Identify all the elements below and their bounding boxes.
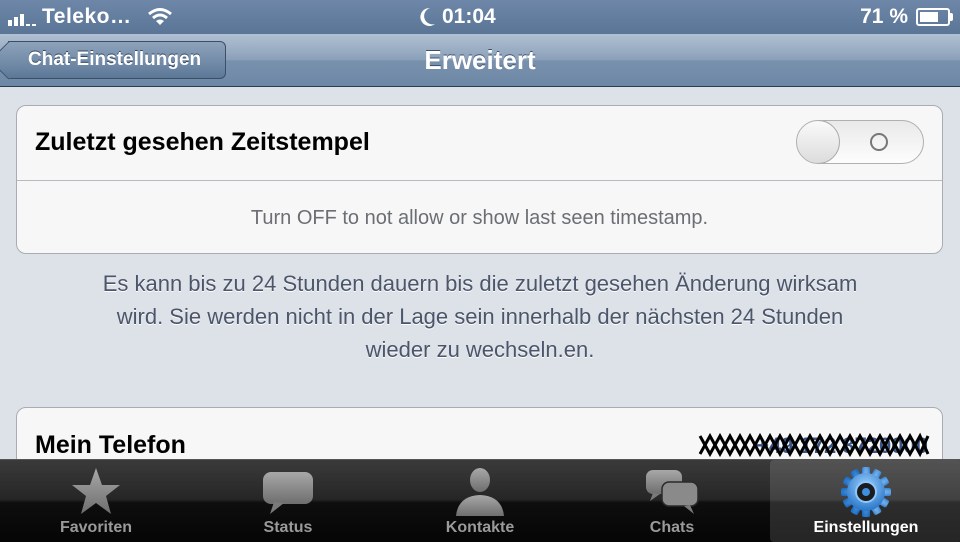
- phone-label: Mein Telefon: [35, 431, 186, 459]
- tab-chats[interactable]: Chats: [576, 460, 768, 542]
- star-icon: [72, 468, 120, 514]
- group-divider: [17, 180, 942, 181]
- phone-group: Mein Telefon +49 172 3720000: [16, 407, 943, 459]
- last-seen-toggle[interactable]: [796, 120, 924, 164]
- last-seen-description: Turn OFF to not allow or show last seen …: [250, 207, 709, 229]
- status-center: 01:04: [420, 3, 496, 31]
- signal-strength-icon: [8, 8, 36, 26]
- chat-bubbles-icon: [646, 470, 699, 514]
- toggle-off-indicator: [870, 133, 888, 151]
- tab-label: Favoriten: [59, 519, 132, 536]
- last-seen-group: Zuletzt gesehen Zeitstempel Turn OFF to …: [16, 105, 943, 254]
- phone-row[interactable]: Mein Telefon +49 172 3720000: [17, 408, 942, 459]
- battery-icon: [916, 8, 953, 26]
- moon-icon: [420, 7, 435, 26]
- gear-icon: [841, 467, 891, 517]
- tab-label: Chats: [649, 519, 695, 536]
- status-bar: Teleko… 01:04 71 %: [0, 0, 960, 34]
- last-seen-row: Zuletzt gesehen Zeitstempel: [17, 106, 942, 180]
- back-button[interactable]: Chat-Einstellungen: [8, 41, 226, 79]
- battery-percent: 71 %: [860, 5, 908, 28]
- tab-kontakte[interactable]: Kontakte: [384, 460, 576, 542]
- back-button-label: Chat-Einstellungen: [28, 49, 202, 70]
- status-right: 71 %: [860, 3, 953, 31]
- footer-note: Es kann bis zu 24 Stunden dauern bis die…: [30, 267, 930, 366]
- footer-note-line: Es kann bis zu 24 Stunden dauern bis die…: [102, 271, 858, 296]
- last-seen-label: Zuletzt gesehen Zeitstempel: [35, 128, 370, 156]
- toggle-knob[interactable]: [797, 121, 840, 163]
- status-left: Teleko…: [8, 3, 173, 31]
- battery-fill: [920, 12, 938, 22]
- tab-bar: Favoriten Status Kontakte Chats Einstell…: [0, 459, 960, 542]
- tab-einstellungen[interactable]: Einstellungen: [770, 460, 960, 542]
- tab-label: Kontakte: [445, 519, 515, 536]
- tab-label: Einstellungen: [813, 519, 919, 536]
- footer-note-line: wird. Sie werden nicht in der Lage sein …: [116, 304, 844, 329]
- tab-favoriten[interactable]: Favoriten: [0, 460, 192, 542]
- footer-note-line: wieder zu wechseln.en.: [365, 337, 595, 362]
- settings-content[interactable]: Zuletzt gesehen Zeitstempel Turn OFF to …: [0, 87, 960, 459]
- tab-status[interactable]: Status: [192, 460, 384, 542]
- tab-label: Status: [263, 519, 313, 536]
- speech-bubble-icon: [263, 472, 313, 514]
- wifi-icon: [148, 8, 173, 25]
- redaction-scribble: [698, 432, 930, 458]
- person-icon: [456, 468, 504, 516]
- carrier-name: Teleko…: [42, 5, 132, 28]
- clock: 01:04: [442, 5, 496, 28]
- navigation-bar: Chat-Einstellungen Erweitert: [0, 34, 960, 87]
